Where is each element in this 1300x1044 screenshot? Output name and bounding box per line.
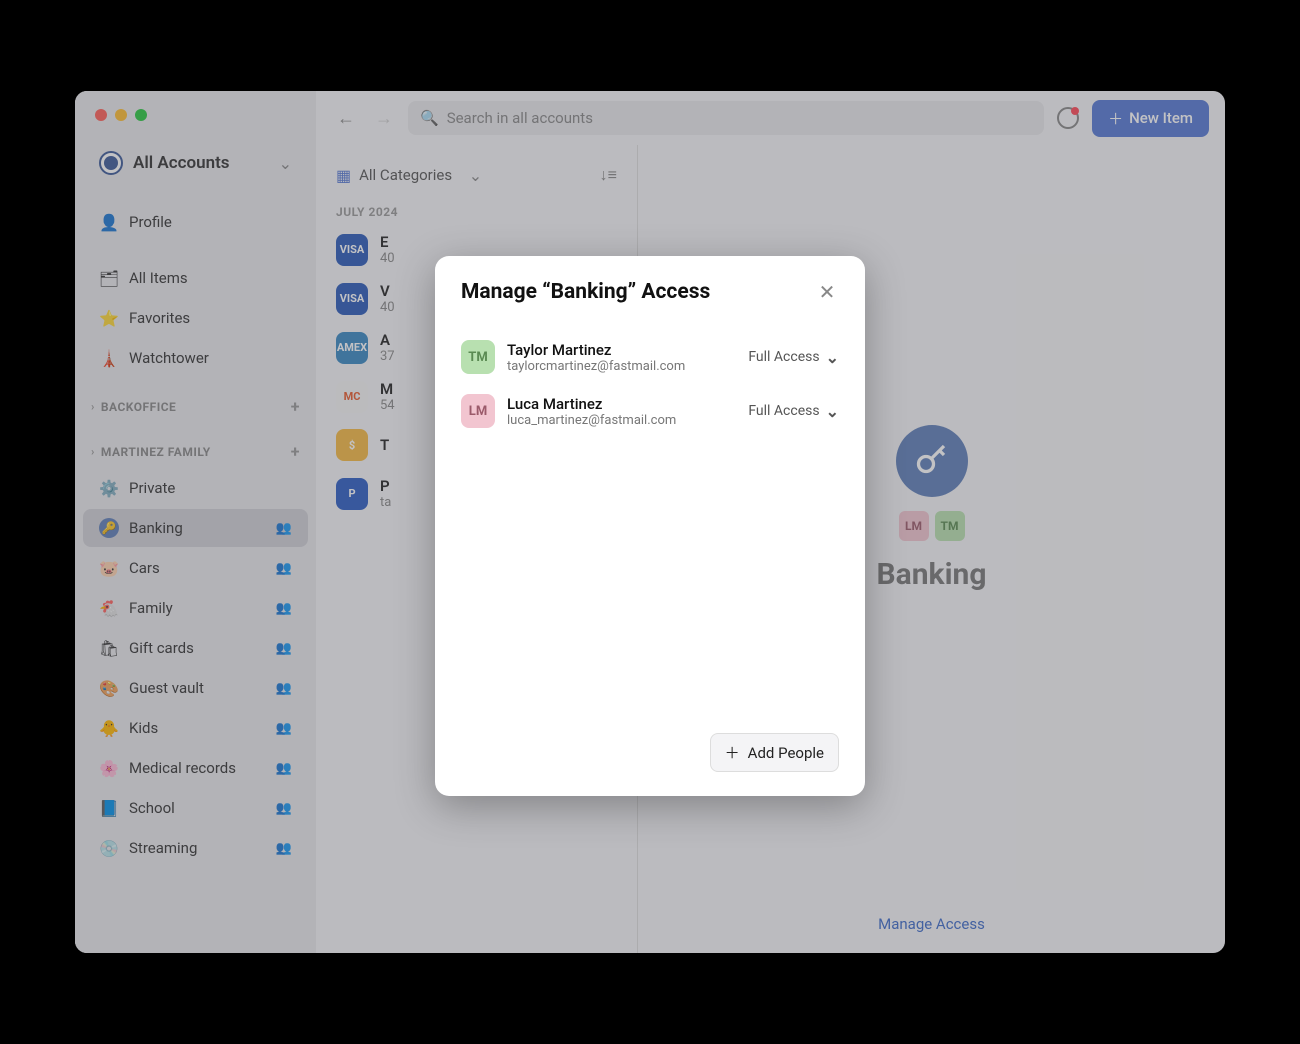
person-info: Luca Martinez luca_martinez@fastmail.com xyxy=(507,395,736,428)
close-button[interactable]: ✕ xyxy=(815,280,839,304)
modal-title: Manage “Banking” Access xyxy=(461,280,710,304)
people-list: TM Taylor Martinez taylorcmartinez@fastm… xyxy=(461,330,839,733)
app-window: All Accounts ⌄ 👤Profile🗂All Items⭐Favori… xyxy=(75,91,1225,953)
access-selector[interactable]: Full Access ⌄ xyxy=(748,348,839,367)
person-avatar: TM xyxy=(461,340,495,374)
close-icon: ✕ xyxy=(819,280,836,304)
modal-footer: ＋ Add People xyxy=(461,733,839,772)
modal-overlay[interactable]: Manage “Banking” Access ✕ TM Taylor Mart… xyxy=(75,91,1225,953)
chevron-down-icon: ⌄ xyxy=(826,348,839,367)
add-people-label: Add People xyxy=(748,744,824,762)
access-selector[interactable]: Full Access ⌄ xyxy=(748,402,839,421)
person-avatar: LM xyxy=(461,394,495,428)
manage-access-dialog: Manage “Banking” Access ✕ TM Taylor Mart… xyxy=(435,256,865,796)
person-info: Taylor Martinez taylorcmartinez@fastmail… xyxy=(507,341,736,374)
modal-header: Manage “Banking” Access ✕ xyxy=(461,280,839,304)
add-people-button[interactable]: ＋ Add People xyxy=(710,733,839,772)
person-row: TM Taylor Martinez taylorcmartinez@fastm… xyxy=(461,330,839,384)
plus-icon: ＋ xyxy=(725,742,740,763)
access-label: Full Access xyxy=(748,403,819,419)
person-name: Luca Martinez xyxy=(507,395,736,413)
chevron-down-icon: ⌄ xyxy=(826,402,839,421)
person-email: taylorcmartinez@fastmail.com xyxy=(507,359,736,374)
person-email: luca_martinez@fastmail.com xyxy=(507,413,736,428)
person-name: Taylor Martinez xyxy=(507,341,736,359)
person-row: LM Luca Martinez luca_martinez@fastmail.… xyxy=(461,384,839,438)
access-label: Full Access xyxy=(748,349,819,365)
